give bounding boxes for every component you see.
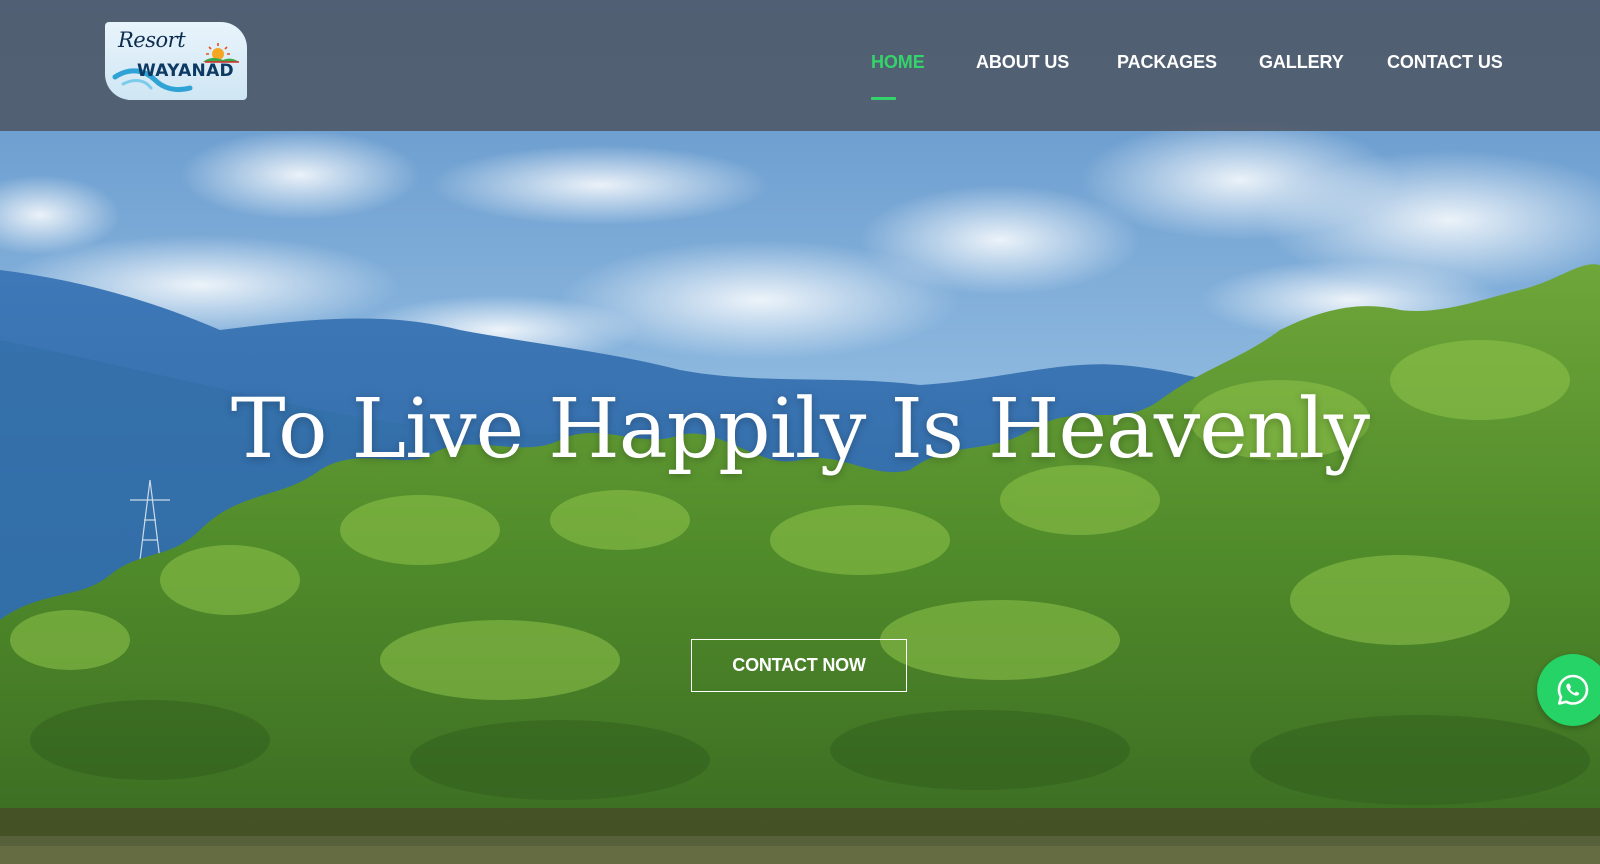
nav-item-home[interactable]: HOME xyxy=(871,52,925,100)
nav-item-label: GALLERY xyxy=(1259,52,1344,72)
hero-headline: To Live Happily Is Heavenly xyxy=(230,382,1370,477)
nav-item-label: ABOUT US xyxy=(976,52,1070,72)
whatsapp-icon xyxy=(1557,674,1589,705)
nav-item-contact-us[interactable]: CONTACT US xyxy=(1387,52,1503,100)
contact-now-button[interactable]: CONTACT NOW xyxy=(691,639,907,692)
site-header: Resort WAYANAD HOME ABOUT US PACKAGES GA… xyxy=(0,0,1600,131)
nav-item-about-us[interactable]: ABOUT US xyxy=(976,52,1069,100)
nav-item-label: HOME xyxy=(871,52,925,72)
whatsapp-button[interactable] xyxy=(1537,654,1600,726)
active-nav-indicator xyxy=(871,97,896,100)
nav-item-packages[interactable]: PACKAGES xyxy=(1117,52,1217,100)
nav-item-label: PACKAGES xyxy=(1117,52,1217,72)
main-nav: HOME ABOUT US PACKAGES GALLERY CONTACT U… xyxy=(0,52,1600,100)
nav-item-label: CONTACT US xyxy=(1387,52,1503,72)
logo-script-text: Resort xyxy=(118,28,186,52)
nav-item-gallery[interactable]: GALLERY xyxy=(1259,52,1344,100)
